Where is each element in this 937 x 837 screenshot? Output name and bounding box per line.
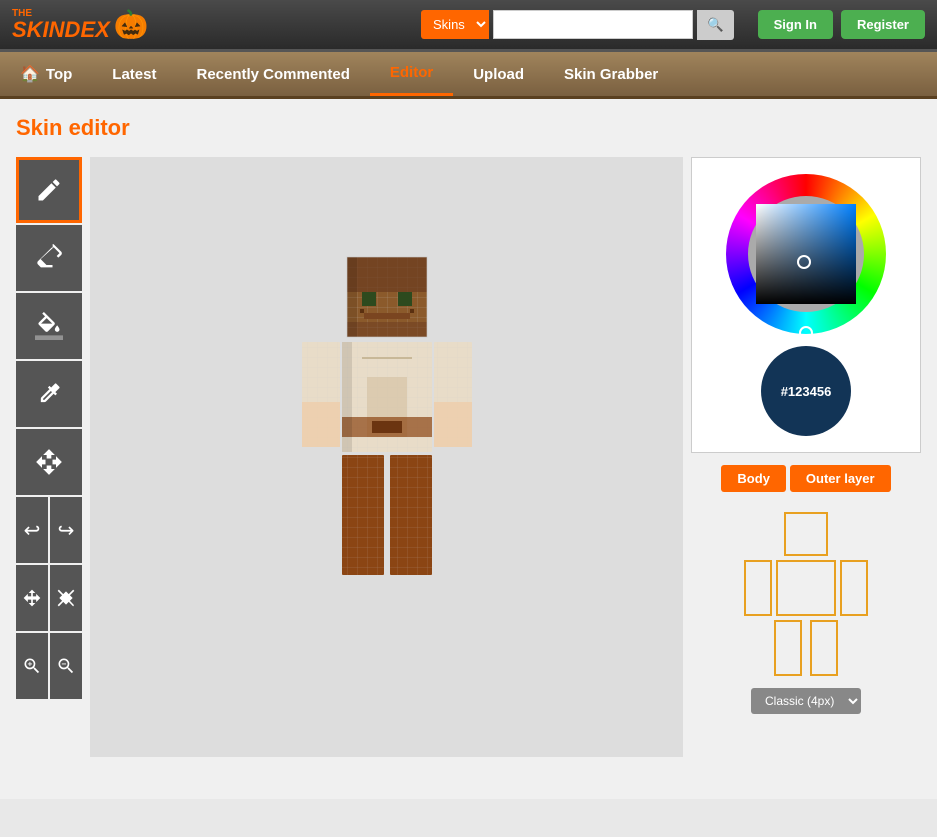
pencil-tool[interactable]: [16, 157, 82, 223]
signin-button[interactable]: Sign In: [758, 10, 833, 39]
skin-map-body-row: [744, 560, 868, 616]
contract-button[interactable]: [50, 565, 82, 631]
outer-layer-button[interactable]: Outer layer: [790, 465, 891, 492]
nav-editor[interactable]: Editor: [370, 52, 453, 96]
logo-icon: 🎃: [114, 8, 149, 41]
toolbar: ↩ ↪: [16, 157, 82, 757]
expand-row: [16, 565, 82, 631]
right-panel: #123456 Body Outer layer: [691, 157, 921, 757]
color-wheel-container[interactable]: [726, 174, 886, 334]
skin-part-body[interactable]: [776, 560, 836, 616]
skin-part-right-arm[interactable]: [840, 560, 868, 616]
home-icon: 🏠: [20, 64, 40, 84]
header: THE SKINDEX 🎃 Skins 🔍 Sign In Register: [0, 0, 937, 52]
logo: THE SKINDEX 🎃: [12, 8, 149, 41]
undo-button[interactable]: ↩: [16, 497, 48, 563]
canvas-area[interactable]: [90, 157, 683, 757]
nav-latest[interactable]: Latest: [92, 52, 176, 96]
move-tool[interactable]: [16, 429, 82, 495]
color-wheel-svg[interactable]: [726, 174, 886, 344]
navigation: 🏠 Top Latest Recently Commented Editor U…: [0, 52, 937, 99]
register-button[interactable]: Register: [841, 10, 925, 39]
color-swatch[interactable]: #123456: [761, 346, 851, 436]
layer-buttons: Body Outer layer: [691, 465, 921, 492]
color-hex-label: #123456: [781, 384, 832, 399]
undo-redo-row: ↩ ↪: [16, 497, 82, 563]
classic-select[interactable]: Classic (4px): [751, 688, 861, 714]
nav-top[interactable]: 🏠 Top: [0, 52, 92, 96]
color-picker-box: #123456: [691, 157, 921, 453]
page-title: Skin editor: [16, 115, 921, 141]
redo-button[interactable]: ↪: [50, 497, 82, 563]
skin-map-legs-row: [774, 620, 838, 676]
skin-part-left-leg[interactable]: [774, 620, 802, 676]
body-layer-button[interactable]: Body: [721, 465, 786, 492]
skin-map-head-row: [784, 512, 828, 556]
search-area: Skins 🔍: [421, 10, 734, 40]
nav-recently-commented[interactable]: Recently Commented: [176, 52, 369, 96]
logo-skindex: SKINDEX: [12, 19, 110, 41]
eraser-tool[interactable]: [16, 225, 82, 291]
logo-text: THE SKINDEX: [12, 9, 110, 41]
search-input[interactable]: [493, 10, 693, 39]
search-button[interactable]: 🔍: [697, 10, 734, 40]
nav-skin-grabber[interactable]: Skin Grabber: [544, 52, 678, 96]
skin-dropdown: Classic (4px): [751, 688, 861, 714]
fill-tool[interactable]: [16, 293, 82, 359]
character-canvas[interactable]: [267, 227, 507, 687]
expand-button[interactable]: [16, 565, 48, 631]
auth-buttons: Sign In Register: [758, 10, 925, 39]
skin-map: Classic (4px): [691, 512, 921, 714]
search-category-select[interactable]: Skins: [421, 10, 489, 39]
skin-part-right-leg[interactable]: [810, 620, 838, 676]
editor-layout: ↩ ↪: [16, 157, 921, 757]
page-content: Skin editor ↩ ↪: [0, 99, 937, 799]
eyedropper-tool[interactable]: [16, 361, 82, 427]
skin-part-left-arm[interactable]: [744, 560, 772, 616]
nav-upload[interactable]: Upload: [453, 52, 544, 96]
zoom-out-button[interactable]: [50, 633, 82, 699]
skin-part-head[interactable]: [784, 512, 828, 556]
zoom-row: [16, 633, 82, 699]
zoom-in-button[interactable]: [16, 633, 48, 699]
